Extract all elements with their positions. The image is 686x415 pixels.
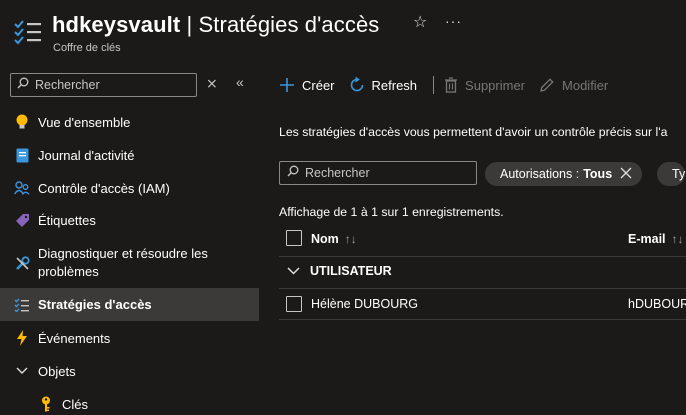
clear-search-icon[interactable]: ⨯ bbox=[206, 76, 218, 90]
sidebar-search-box[interactable] bbox=[10, 73, 197, 97]
sidebar-item-access-policies[interactable]: Stratégies d'accès bbox=[0, 288, 259, 321]
key-vault-policies-icon bbox=[13, 20, 43, 46]
policy-search-box[interactable] bbox=[279, 161, 477, 185]
sidebar-item-label: Objets bbox=[38, 363, 76, 379]
column-name-label: Nom bbox=[311, 232, 339, 246]
type-filter-pill[interactable]: Ty bbox=[657, 162, 686, 186]
table-header: Nom ↑↓ E-mail ↑↓ bbox=[279, 226, 686, 252]
delete-label: Supprimer bbox=[465, 77, 526, 93]
create-button[interactable]: Créer bbox=[279, 77, 335, 93]
page-description: Les stratégies d'accès vous permettent d… bbox=[279, 125, 668, 139]
filter-type-label: Ty bbox=[672, 167, 686, 181]
sidebar: ⨯ « Vue d'ensemble Journal d'activité Co… bbox=[0, 64, 259, 415]
group-label: UTILISATEUR bbox=[310, 263, 392, 278]
filter-label: Autorisations : bbox=[500, 167, 580, 181]
title-separator: | bbox=[180, 12, 199, 37]
sort-icon: ↑↓ bbox=[344, 232, 357, 246]
sidebar-item-label: Contrôle d'accès (IAM) bbox=[38, 180, 170, 196]
table-row[interactable]: Hélène DUBOURG hDUBOUR bbox=[279, 288, 686, 320]
more-actions-icon[interactable]: ··· bbox=[445, 14, 462, 28]
search-icon bbox=[287, 164, 299, 182]
group-header-user[interactable]: UTILISATEUR bbox=[279, 256, 686, 284]
row-name: Hélène DUBOURG bbox=[311, 297, 418, 311]
plus-icon bbox=[279, 77, 295, 93]
delete-button[interactable]: Supprimer bbox=[444, 77, 525, 93]
row-email: hDUBOUR bbox=[628, 297, 686, 311]
lightbulb-icon bbox=[14, 114, 30, 130]
sidebar-item-activity-log[interactable]: Journal d'activité bbox=[0, 144, 259, 166]
sidebar-item-label: Clés bbox=[62, 396, 89, 412]
key-icon bbox=[38, 396, 54, 412]
lightning-icon bbox=[14, 330, 30, 346]
row-checkbox[interactable] bbox=[286, 296, 302, 312]
policy-search-input[interactable] bbox=[305, 166, 475, 180]
sidebar-item-iam[interactable]: Contrôle d'accès (IAM) bbox=[0, 177, 259, 199]
sidebar-item-keys[interactable]: Clés bbox=[0, 393, 259, 415]
sidebar-item-label: Journal d'activité bbox=[38, 147, 135, 163]
policy-list-icon bbox=[14, 297, 30, 313]
wrench-icon bbox=[14, 255, 30, 271]
refresh-button[interactable]: Refresh bbox=[349, 77, 418, 93]
toolbar-divider bbox=[433, 76, 435, 94]
blade-title: Stratégies d'accès bbox=[198, 12, 380, 37]
refresh-icon bbox=[349, 77, 365, 93]
sidebar-item-label: Vue d'ensemble bbox=[38, 114, 131, 130]
search-icon bbox=[17, 76, 29, 94]
tag-icon bbox=[14, 212, 30, 228]
chevron-down-icon bbox=[287, 266, 300, 275]
select-all-checkbox[interactable] bbox=[286, 230, 302, 246]
sidebar-group-objects[interactable]: Objets bbox=[0, 360, 259, 382]
sort-icon: ↑↓ bbox=[671, 232, 684, 246]
people-icon bbox=[14, 180, 30, 196]
blade-header: hdkeysvault | Stratégies d'accès Coffre … bbox=[0, 0, 686, 64]
collapse-sidebar-icon[interactable]: « bbox=[236, 75, 244, 89]
edit-label: Modifier bbox=[562, 77, 609, 93]
edit-button[interactable]: Modifier bbox=[539, 77, 608, 93]
refresh-label: Refresh bbox=[371, 77, 418, 93]
sidebar-item-label: Stratégies d'accès bbox=[38, 297, 152, 312]
sidebar-item-label: Diagnostiquer et résoudre les problèmes bbox=[38, 246, 208, 279]
sidebar-search-input[interactable] bbox=[35, 78, 185, 92]
remove-filter-icon[interactable] bbox=[620, 166, 632, 183]
permissions-filter-pill[interactable]: Autorisations : Tous bbox=[485, 162, 643, 186]
command-bar: Créer Refresh Supprimer Modifier bbox=[279, 72, 622, 98]
resource-name: hdkeysvault bbox=[52, 12, 181, 37]
column-email-label: E-mail bbox=[628, 232, 666, 246]
chevron-down-icon bbox=[14, 363, 30, 379]
column-email-header[interactable]: E-mail ↑↓ bbox=[628, 232, 684, 246]
sidebar-item-tags[interactable]: Étiquettes bbox=[0, 209, 259, 231]
record-count: Affichage de 1 à 1 sur 1 enregistrements… bbox=[279, 205, 504, 219]
sidebar-item-label: Étiquettes bbox=[38, 212, 96, 228]
create-label: Créer bbox=[302, 77, 335, 93]
sidebar-item-label: Événements bbox=[38, 330, 111, 346]
pencil-icon bbox=[539, 77, 555, 93]
page-title: hdkeysvault | Stratégies d'accès bbox=[52, 12, 379, 38]
activity-log-icon bbox=[14, 147, 30, 163]
sidebar-item-events[interactable]: Événements bbox=[0, 327, 259, 349]
trash-icon bbox=[444, 77, 458, 93]
favorite-star-icon[interactable]: ☆ bbox=[413, 15, 427, 31]
sidebar-item-diagnose[interactable]: Diagnostiquer et résoudre les problèmes bbox=[0, 244, 259, 282]
column-name-header[interactable]: Nom ↑↓ bbox=[311, 232, 357, 246]
sidebar-item-overview[interactable]: Vue d'ensemble bbox=[0, 111, 259, 133]
resource-type: Coffre de clés bbox=[53, 42, 121, 54]
filter-value: Tous bbox=[583, 167, 613, 181]
